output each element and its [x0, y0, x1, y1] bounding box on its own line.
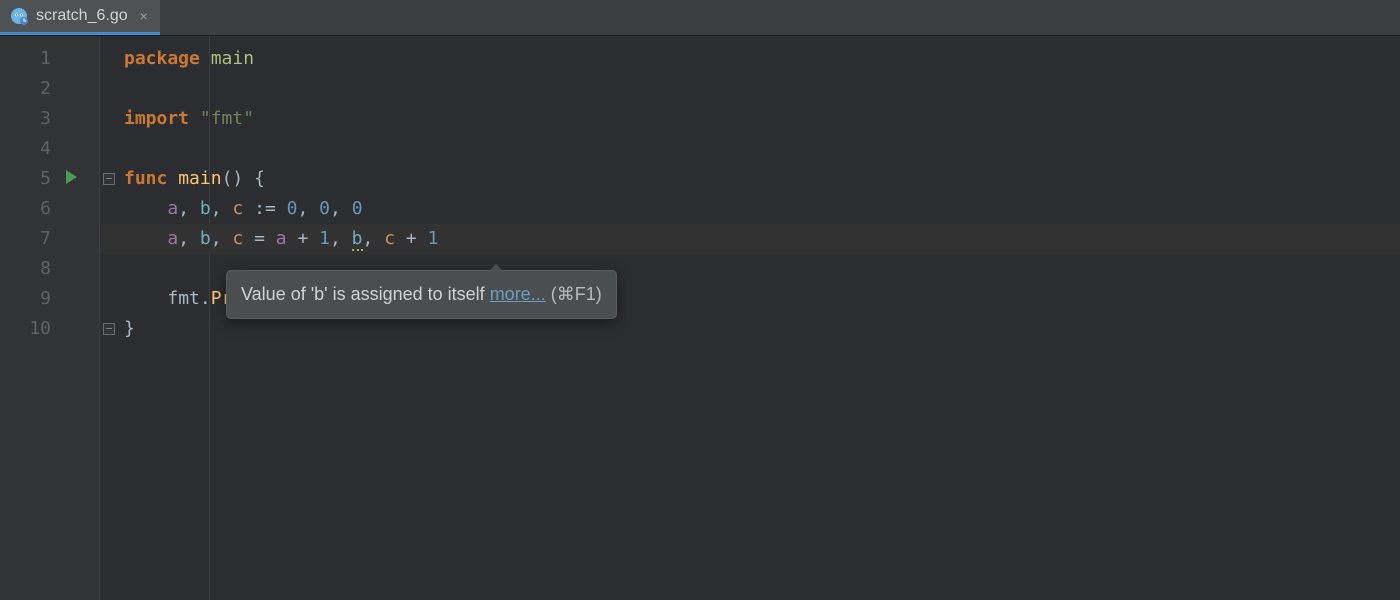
tab-filename: scratch_6.go — [36, 7, 128, 25]
code-line: package main — [100, 44, 1400, 74]
line-number: 10 — [0, 314, 99, 344]
code-line: a, b, c := 0, 0, 0 — [100, 194, 1400, 224]
line-number: 4 — [0, 134, 99, 164]
run-gutter-icon[interactable] — [66, 170, 77, 184]
inspection-tooltip: Value of 'b' is assigned to itself more.… — [226, 270, 617, 319]
code-line — [100, 74, 1400, 104]
line-number: 6 — [0, 194, 99, 224]
line-number: 9 — [0, 284, 99, 314]
line-number: 5 — [0, 164, 99, 194]
tooltip-message: Value of 'b' is assigned to itself — [241, 284, 490, 304]
tab-bar: scratch_6.go × — [0, 0, 1400, 36]
code-line — [100, 134, 1400, 164]
gutter: 1 2 3 4 5 6 7 8 9 10 — [0, 36, 100, 600]
line-number: 8 — [0, 254, 99, 284]
code-line: import "fmt" — [100, 104, 1400, 134]
code-line: −func main() { — [100, 164, 1400, 194]
go-file-icon — [10, 7, 28, 25]
tooltip-more-link[interactable]: more... — [490, 284, 546, 304]
code-area[interactable]: package main import "fmt" −func main() {… — [100, 36, 1400, 600]
line-number: 7 — [0, 224, 99, 254]
editor: 1 2 3 4 5 6 7 8 9 10 package main import… — [0, 36, 1400, 600]
line-number: 3 — [0, 104, 99, 134]
fold-open-icon[interactable]: − — [103, 173, 115, 185]
file-tab[interactable]: scratch_6.go × — [0, 0, 160, 35]
line-number: 2 — [0, 74, 99, 104]
close-icon[interactable]: × — [140, 8, 148, 24]
line-number: 1 — [0, 44, 99, 74]
code-line-active: a, b, c = a + 1, b, c + 1 — [100, 224, 1400, 254]
warning-span[interactable]: b — [352, 228, 363, 251]
tooltip-shortcut: (⌘F1) — [546, 284, 602, 304]
fold-close-icon[interactable]: − — [103, 323, 115, 335]
